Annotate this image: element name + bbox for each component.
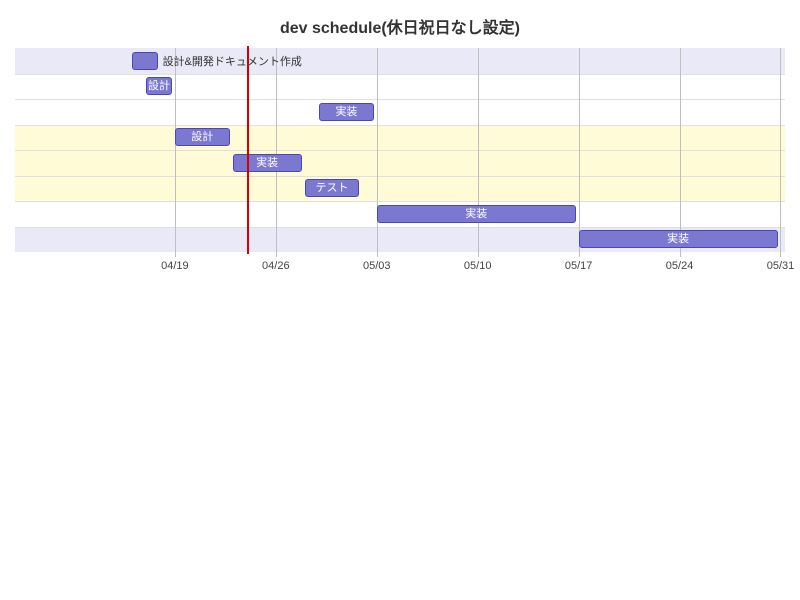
axis-tick — [377, 252, 378, 257]
axis-tick-label: 05/10 — [448, 260, 508, 272]
task-label: テスト — [316, 182, 349, 194]
axis-tick-label: 05/03 — [347, 260, 407, 272]
task-bar[interactable]: 設計 — [175, 128, 230, 146]
task-label: 実装 — [256, 157, 278, 169]
gridline — [579, 48, 580, 252]
axis-tick — [175, 252, 176, 257]
task-bar[interactable]: 実装 — [377, 205, 576, 223]
task-label: 実装 — [465, 208, 487, 220]
section-band — [15, 125, 785, 202]
axis-tick-label: 05/24 — [650, 260, 710, 272]
gridline — [276, 48, 277, 252]
chart-title: dev schedule(休日祝日なし設定) — [0, 14, 800, 38]
task-bar[interactable]: 実装 — [579, 230, 778, 248]
task-label: 実装 — [667, 233, 689, 245]
gridline — [780, 48, 781, 252]
task-bar[interactable]: 設計&開発ドキュメント作成 — [132, 52, 158, 70]
axis-tick-label: 04/19 — [145, 260, 205, 272]
axis-tick-label: 04/26 — [246, 260, 306, 272]
task-bar[interactable]: テスト — [305, 179, 360, 197]
section-band — [15, 74, 785, 125]
axis-tick — [780, 252, 781, 257]
axis-tick-label: 05/17 — [549, 260, 609, 272]
gridline — [175, 48, 176, 252]
task-label: 設計&開発ドキュメント作成 — [157, 53, 302, 71]
task-label: 設計 — [191, 131, 213, 143]
task-bar[interactable]: 設計 — [146, 77, 172, 95]
task-bar[interactable]: 実装 — [233, 154, 302, 172]
axis-tick-label: 05/31 — [750, 260, 800, 272]
axis-tick — [579, 252, 580, 257]
today-marker — [247, 46, 249, 254]
axis-tick — [478, 252, 479, 257]
gantt-chart: HTML Migration REST API Android iOS — [15, 48, 785, 252]
task-label: 実装 — [335, 106, 357, 118]
task-label: 設計 — [148, 80, 170, 92]
axis-tick — [680, 252, 681, 257]
axis-tick — [276, 252, 277, 257]
task-bar[interactable]: 実装 — [319, 103, 374, 121]
gridline — [680, 48, 681, 252]
section-band — [15, 48, 785, 74]
gantt-plot: 04/19 04/26 05/03 05/10 05/17 05/24 05/3… — [110, 48, 785, 252]
